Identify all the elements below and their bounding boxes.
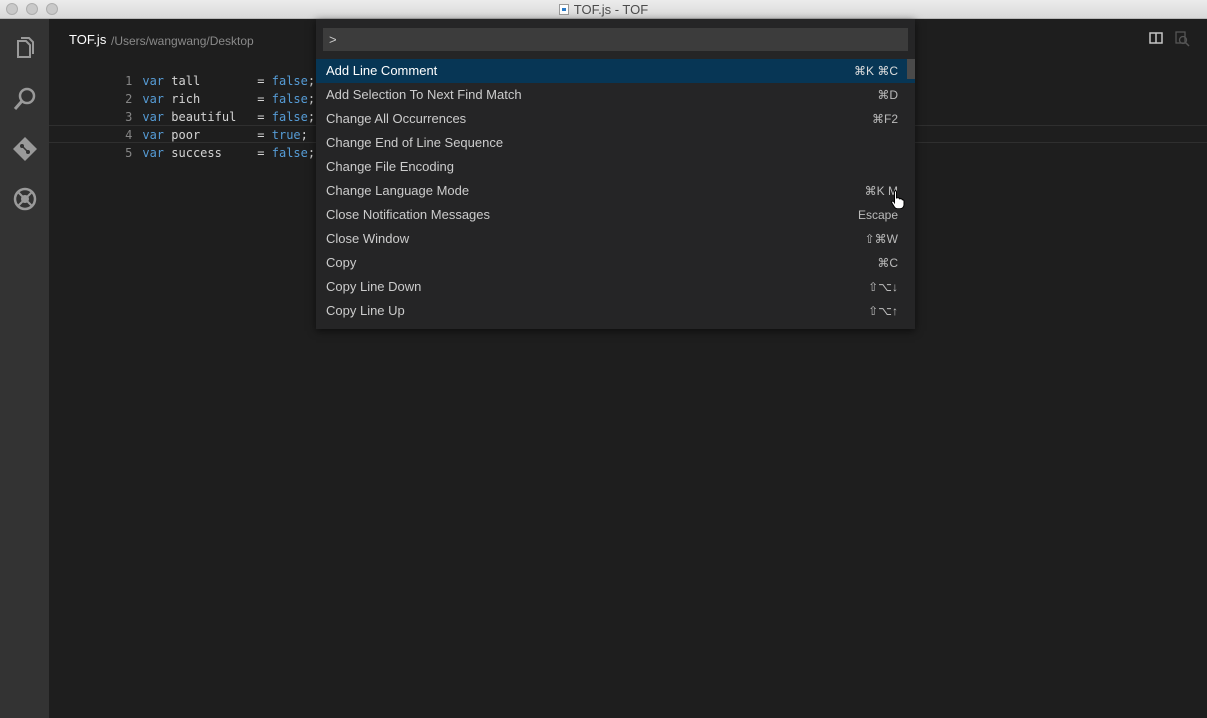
command-item-close-notification-messages[interactable]: Close Notification Messages Escape — [316, 203, 915, 227]
command-item-change-all-occurrences[interactable]: Change All Occurrences ⌘F2 — [316, 107, 915, 131]
palette-scrollbar-thumb[interactable] — [907, 59, 915, 79]
split-editor-icon[interactable] — [1149, 31, 1163, 50]
command-label: Copy Line Down — [326, 279, 422, 294]
editor-file-path: /Users/wangwang/Desktop — [111, 34, 254, 48]
command-item-add-line-comment[interactable]: Add Line Comment ⌘K ⌘C — [316, 59, 915, 83]
editor-file-title[interactable]: TOF.js — [69, 32, 106, 47]
line-number: 5 — [125, 146, 133, 160]
open-changes-icon[interactable] — [1174, 31, 1190, 52]
command-item-change-language-mode[interactable]: Change Language Mode ⌘K M — [316, 179, 915, 203]
command-label: Close Window — [326, 231, 410, 246]
command-label: Add Line Comment — [326, 63, 438, 78]
files-icon[interactable] — [12, 36, 38, 62]
command-keybinding: ⇧⌥↑ — [868, 304, 898, 318]
hand-cursor-icon — [890, 189, 906, 214]
command-item-change-end-of-line-sequence[interactable]: Change End of Line Sequence — [316, 131, 915, 155]
command-palette-list: Add Line Comment ⌘K ⌘C Add Selection To … — [316, 59, 915, 323]
command-item-add-selection-to-next-find-match[interactable]: Add Selection To Next Find Match ⌘D — [316, 83, 915, 107]
command-label: Close Notification Messages — [326, 207, 491, 222]
activity-bar — [0, 19, 49, 718]
window-title-wrap: TOF.js - TOF — [0, 0, 1207, 18]
command-palette: > Add Line Comment ⌘K ⌘C Add Selection T… — [316, 19, 915, 329]
identifier-token: success — [171, 146, 222, 160]
command-keybinding: ⌘D — [877, 88, 898, 102]
semicolon-token: ; — [307, 146, 316, 160]
code-line: 3 var beautiful = false; — [69, 90, 315, 124]
code-line: 2 var rich = false; — [69, 72, 315, 106]
keyword-token: var — [142, 146, 165, 160]
code-line: 4 var poor = true; — [69, 108, 315, 142]
command-label: Add Selection To Next Find Match — [326, 87, 522, 102]
operator-token: = — [257, 146, 265, 160]
command-label: Copy — [326, 255, 357, 270]
command-label: Change End of Line Sequence — [326, 135, 504, 150]
command-label: Copy Line Up — [326, 303, 405, 318]
title-bar: TOF.js - TOF — [0, 0, 1207, 19]
command-item-copy[interactable]: Copy ⌘C — [316, 251, 915, 275]
debug-icon[interactable] — [12, 186, 38, 212]
command-label: Change File Encoding — [326, 159, 454, 174]
code-line: 1 var tall = false; — [69, 54, 315, 88]
git-icon[interactable] — [12, 136, 38, 162]
command-item-close-window[interactable]: Close Window ⇧⌘W — [316, 227, 915, 251]
vscode-file-icon — [558, 3, 569, 15]
command-keybinding: ⇧⌘W — [864, 232, 898, 246]
command-palette-input[interactable]: > — [323, 28, 908, 51]
search-icon[interactable] — [12, 86, 38, 112]
command-keybinding: ⌘F2 — [871, 112, 898, 126]
window-title: TOF.js - TOF — [573, 1, 649, 17]
command-keybinding: ⌘C — [877, 256, 898, 270]
command-keybinding: ⌘K ⌘C — [853, 64, 898, 78]
command-keybinding: ⇧⌥↓ — [868, 280, 898, 294]
command-label: Change Language Mode — [326, 183, 470, 198]
value-token: false — [271, 146, 308, 160]
command-item-copy-line-down[interactable]: Copy Line Down ⇧⌥↓ — [316, 275, 915, 299]
command-item-copy-line-up[interactable]: Copy Line Up ⇧⌥↑ — [316, 299, 915, 323]
command-label: Change All Occurrences — [326, 111, 467, 126]
command-item-change-file-encoding[interactable]: Change File Encoding — [316, 155, 915, 179]
